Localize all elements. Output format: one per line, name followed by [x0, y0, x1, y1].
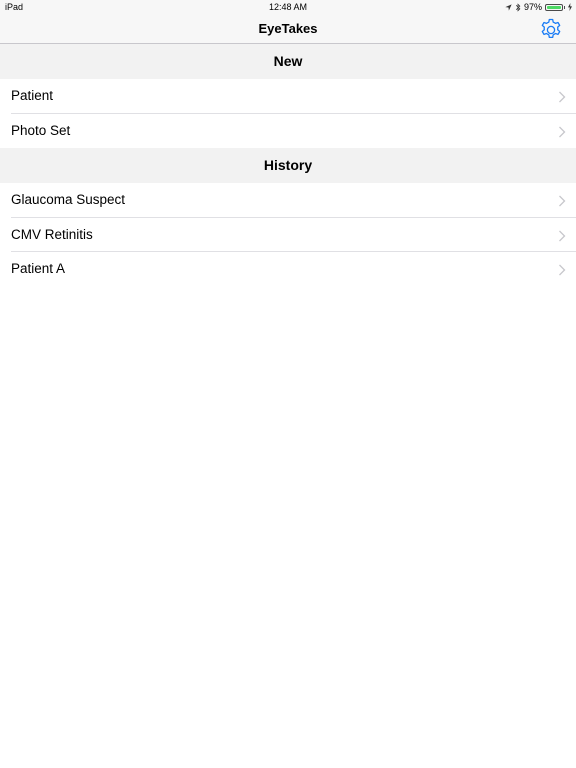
- section-header-history: History: [0, 148, 576, 183]
- battery-percent: 97%: [523, 2, 542, 12]
- charging-bolt-icon: [568, 3, 572, 11]
- gear-icon: [541, 18, 561, 39]
- list-item-patient-a[interactable]: Patient A: [0, 252, 576, 287]
- bluetooth-icon: [515, 2, 521, 12]
- status-indicators: 97%: [505, 0, 572, 14]
- section-header-new: New: [0, 44, 576, 79]
- list-item-label: Photo Set: [11, 122, 71, 138]
- chevron-right-icon: [559, 195, 566, 207]
- table-view: New Patient Photo Set History Glaucoma S…: [0, 44, 576, 287]
- battery-icon: [545, 3, 563, 11]
- location-arrow-icon: [505, 3, 512, 11]
- chevron-right-icon: [559, 264, 566, 276]
- list-item-glaucoma-suspect[interactable]: Glaucoma Suspect: [0, 183, 576, 218]
- settings-button[interactable]: [539, 18, 563, 42]
- list-item-cmv-retinitis[interactable]: CMV Retinitis: [0, 217, 576, 252]
- status-bar: iPad 12:48 AM 97%: [0, 0, 576, 14]
- page-title: EyeTakes: [258, 21, 318, 36]
- list-item-label: Patient A: [11, 261, 66, 276]
- navigation-bar: EyeTakes: [0, 14, 576, 44]
- list-item-patient[interactable]: Patient: [0, 79, 576, 114]
- list-item-photo-set[interactable]: Photo Set: [0, 113, 576, 148]
- list-item-label: Glaucoma Suspect: [11, 192, 126, 207]
- battery-cap: [564, 5, 565, 9]
- status-time: 12:48 AM: [268, 2, 308, 12]
- battery-level: [547, 5, 561, 9]
- chevron-right-icon: [559, 91, 566, 103]
- chevron-right-icon: [559, 230, 566, 241]
- list-item-label: Patient: [11, 88, 54, 103]
- list-item-label: CMV Retinitis: [11, 226, 93, 242]
- chevron-right-icon: [559, 126, 566, 137]
